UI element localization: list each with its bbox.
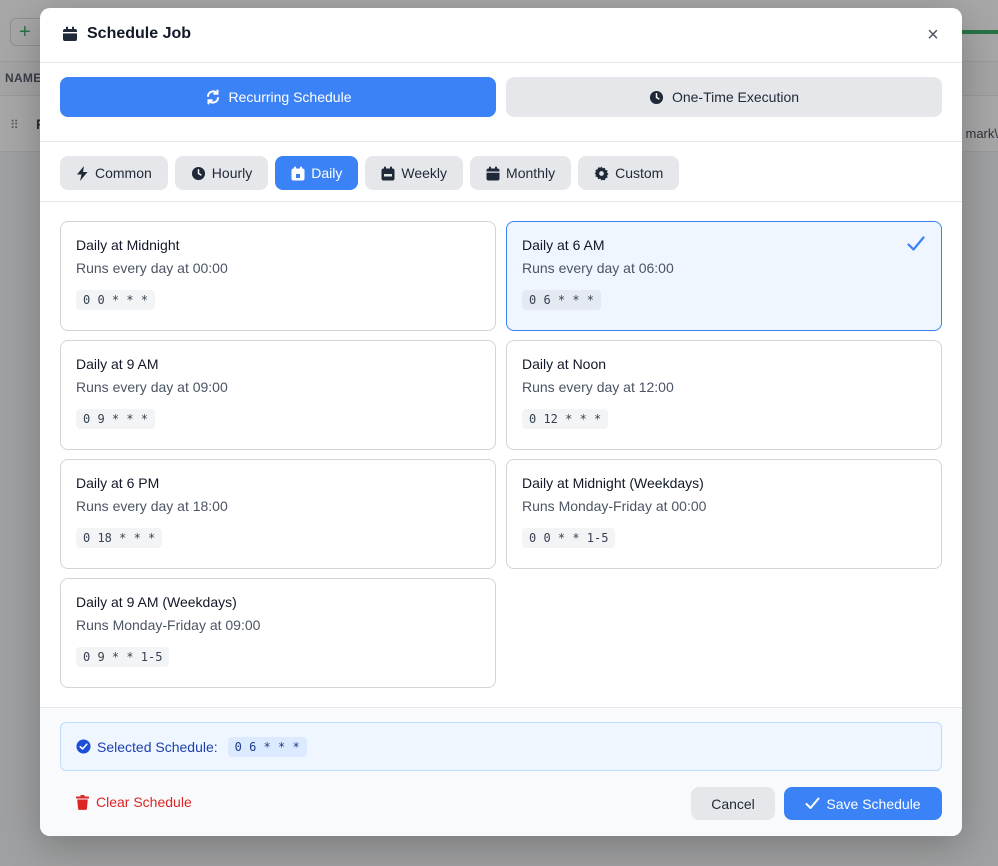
preset-card[interactable]: Daily at Midnight Runs every day at 00:0… — [60, 221, 496, 331]
clear-schedule-button[interactable]: Clear Schedule — [76, 794, 192, 810]
check-circle-icon — [76, 739, 91, 754]
checkmark-icon — [907, 236, 925, 252]
preset-cron: 0 9 * * * — [76, 409, 156, 429]
schedule-job-modal: Schedule Job × Recurring Schedule One-Ti… — [40, 8, 962, 836]
modal-title: Schedule Job — [87, 25, 192, 42]
preset-description: Runs Monday-Friday at 00:00 — [522, 498, 707, 514]
preset-card-selected[interactable]: Daily at 6 AM Runs every day at 06:00 0 … — [506, 221, 942, 331]
close-button[interactable]: × — [922, 24, 944, 46]
preset-cron: 0 9 * * 1-5 — [76, 647, 170, 667]
calendar-day-icon — [291, 166, 305, 181]
modal-header: Schedule Job × — [40, 8, 962, 63]
tab-custom-label: Custom — [615, 165, 664, 181]
tab-hourly[interactable]: Hourly — [174, 156, 269, 190]
trash-icon — [76, 794, 89, 810]
tab-weekly[interactable]: Weekly — [365, 156, 464, 190]
one-time-execution-button[interactable]: One-Time Execution — [506, 77, 942, 117]
tab-custom[interactable]: Custom — [578, 156, 680, 190]
preset-description: Runs every day at 09:00 — [76, 379, 228, 395]
preset-card[interactable]: Daily at 6 PM Runs every day at 18:00 0 … — [60, 459, 496, 569]
preset-card[interactable]: Daily at 9 AM (Weekdays) Runs Monday-Fri… — [60, 578, 496, 688]
calendar-week-icon — [381, 166, 395, 181]
repeat-icon — [205, 89, 221, 105]
tab-daily-label: Daily — [311, 165, 343, 181]
preset-cron: 0 18 * * * — [76, 528, 163, 548]
preset-cron: 0 12 * * * — [522, 409, 609, 429]
gear-icon — [594, 165, 609, 181]
recurring-schedule-label: Recurring Schedule — [228, 89, 352, 105]
preset-card[interactable]: Daily at Noon Runs every day at 12:00 0 … — [506, 340, 942, 450]
clock-icon — [191, 166, 206, 181]
tab-monthly[interactable]: Monthly — [470, 156, 572, 190]
cancel-button[interactable]: Cancel — [691, 787, 775, 820]
preset-title: Daily at Noon — [522, 356, 607, 372]
frequency-tabs: Common Hourly Daily Weekly Monthly Custo… — [40, 142, 962, 202]
bolt-icon — [76, 165, 89, 181]
preset-title: Daily at 6 PM — [76, 475, 160, 491]
calendar-icon — [486, 166, 500, 181]
tab-daily[interactable]: Daily — [275, 156, 359, 190]
selected-schedule-box: Selected Schedule: 0 6 * * * — [60, 722, 942, 771]
tab-common-label: Common — [95, 165, 152, 181]
tab-monthly-label: Monthly — [506, 165, 556, 181]
selected-schedule-cron: 0 6 * * * — [227, 736, 307, 757]
preset-cron: 0 0 * * * — [76, 290, 156, 310]
preset-title: Daily at 9 AM — [76, 356, 159, 372]
preset-title: Daily at 9 AM (Weekdays) — [76, 594, 237, 610]
preset-cron: 0 6 * * * — [522, 290, 602, 310]
preset-card[interactable]: Daily at Midnight (Weekdays) Runs Monday… — [506, 459, 942, 569]
save-schedule-label: Save Schedule — [826, 795, 921, 812]
save-schedule-button[interactable]: Save Schedule — [784, 787, 942, 820]
preset-description: Runs Monday-Friday at 09:00 — [76, 617, 261, 633]
preset-description: Runs every day at 18:00 — [76, 498, 228, 514]
schedule-mode-selector: Recurring Schedule One-Time Execution — [40, 63, 962, 142]
clock-icon — [649, 90, 664, 105]
preset-title: Daily at 6 AM — [522, 237, 605, 253]
preset-description: Runs every day at 06:00 — [522, 260, 674, 276]
preset-card[interactable]: Daily at 9 AM Runs every day at 09:00 0 … — [60, 340, 496, 450]
recurring-schedule-button[interactable]: Recurring Schedule — [60, 77, 496, 117]
preset-title: Daily at Midnight — [76, 237, 180, 253]
tab-weekly-label: Weekly — [401, 165, 448, 181]
modal-footer: Selected Schedule: 0 6 * * * Clear Sched… — [40, 707, 962, 836]
tab-common[interactable]: Common — [60, 156, 168, 190]
preset-description: Runs every day at 00:00 — [76, 260, 228, 276]
clear-schedule-label: Clear Schedule — [96, 794, 192, 810]
check-icon — [805, 797, 820, 810]
preset-title: Daily at Midnight (Weekdays) — [522, 475, 704, 491]
preset-description: Runs every day at 12:00 — [522, 379, 674, 395]
calendar-icon — [62, 26, 78, 42]
one-time-execution-label: One-Time Execution — [671, 89, 800, 105]
selected-schedule-label: Selected Schedule: — [97, 738, 218, 755]
preset-cron: 0 0 * * 1-5 — [522, 528, 616, 548]
tab-hourly-label: Hourly — [211, 165, 253, 181]
